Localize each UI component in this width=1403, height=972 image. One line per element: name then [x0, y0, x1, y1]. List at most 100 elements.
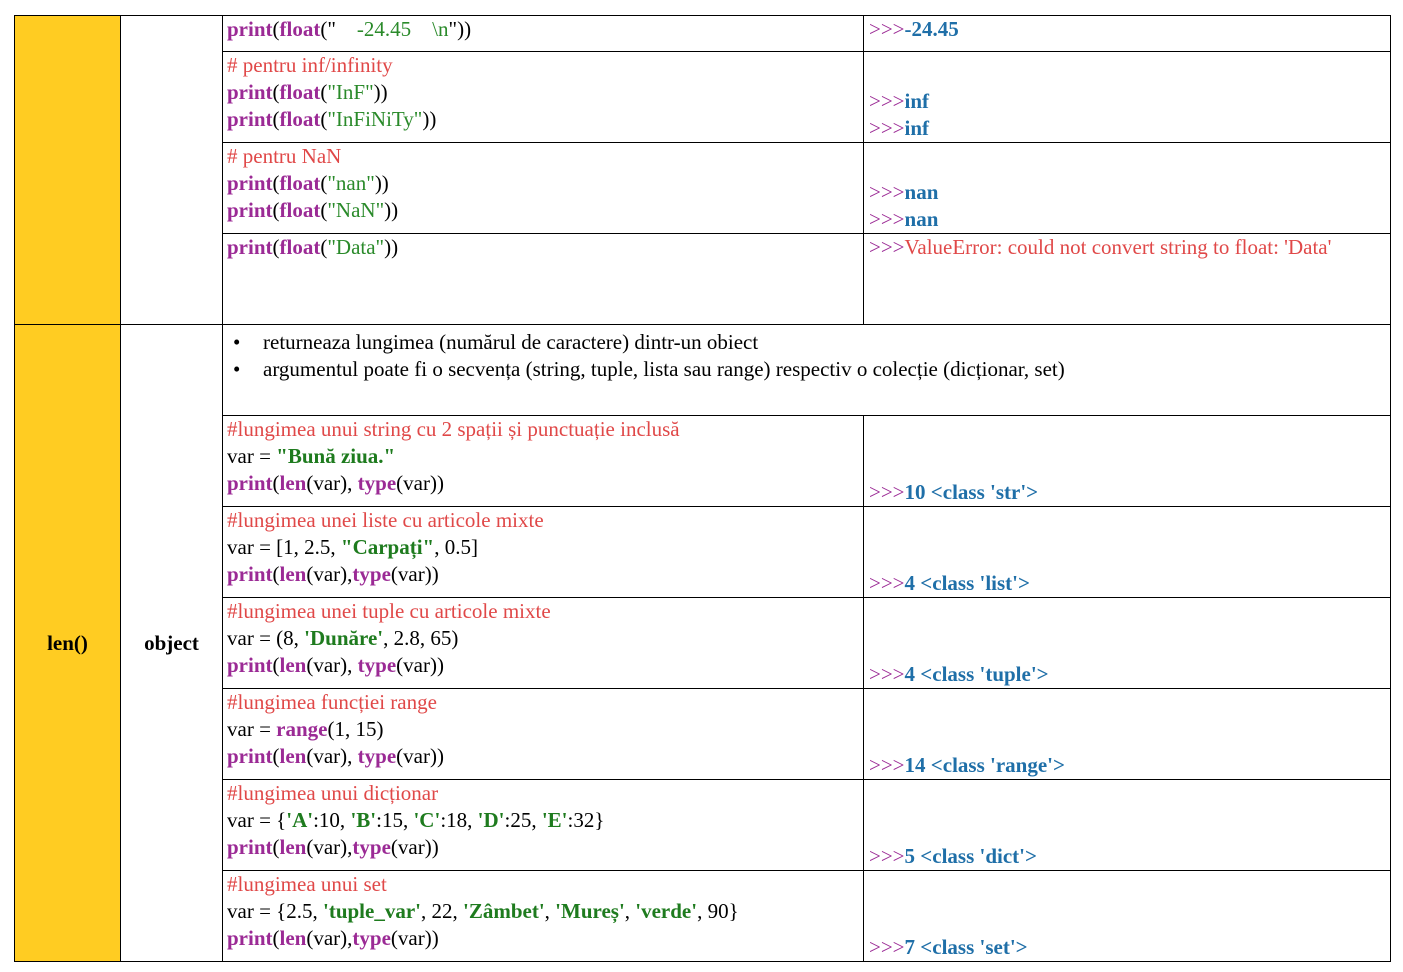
- code-comment: #lungimea unui set: [227, 872, 387, 896]
- code-string: 'verde': [635, 899, 698, 923]
- output-line: >>>inf: [869, 115, 1390, 142]
- code-cell: # pentru NaN print(float("nan")) print(f…: [222, 142, 864, 234]
- output-cell: >>>10 <class 'str'>: [863, 415, 1391, 507]
- plain-text: returneaza lungimea (numărul de: [263, 330, 547, 354]
- code-keyword: print: [227, 171, 273, 195]
- code-string: 'Zâmbet': [463, 899, 545, 923]
- description-bullet: returneaza lungimea (numărul de caracter…: [233, 329, 1390, 356]
- output-value: 10 <class 'str'>: [905, 480, 1039, 504]
- output-value: 4 <class 'tuple'>: [905, 662, 1049, 686]
- code-string: -24.45 \n: [335, 17, 449, 41]
- code-cell: #lungimea unui set var = {2.5, 'tuple_va…: [222, 870, 864, 962]
- plain-text: , 2.8, 65): [383, 626, 459, 650]
- prompt: >>>: [869, 662, 905, 686]
- prompt: >>>: [869, 753, 905, 777]
- code-cell: #lungimea unei tuple cu articole mixte v…: [222, 597, 864, 689]
- reference-table: print(float(" -24.45 \n")) >>>-24.45 # p…: [14, 15, 1391, 962]
- code-keyword: print: [227, 926, 273, 950]
- code-line: print(len(var), type(var)): [227, 652, 863, 679]
- code-string: 'B': [350, 808, 377, 832]
- code-keyword: type: [352, 835, 391, 859]
- code-line: print(float("nan")): [227, 170, 863, 197]
- code-cell: #lungimea funcției range var = range(1, …: [222, 688, 864, 780]
- plain-text: :32}: [567, 808, 605, 832]
- code-string: 'A': [286, 808, 314, 832]
- output-cell: >>>-24.45: [863, 15, 1391, 52]
- code-keyword: range: [276, 717, 328, 741]
- plain-text: ,: [624, 899, 636, 923]
- plain-text: (var)): [390, 926, 439, 950]
- code-cell: #lungimea unui dicționar var = {'A':10, …: [222, 779, 864, 871]
- plain-text: (: [272, 471, 280, 495]
- plain-text: )): [373, 80, 388, 104]
- code-keyword: float: [279, 198, 321, 222]
- code-keyword: type: [352, 562, 391, 586]
- output-line: >>>nan: [869, 206, 1390, 233]
- code-string: 'tuple_var': [323, 899, 421, 923]
- output-text: 14 <class 'range'>: [904, 753, 1065, 777]
- plain-text: (var)): [390, 562, 439, 586]
- code-comment: #lungimea unui string cu 2 spații și pun…: [227, 417, 680, 441]
- code-line: var = (8, 'Dunăre', 2.8, 65): [227, 625, 863, 652]
- output-cell: >>>ValueError: could not convert string …: [863, 233, 1391, 325]
- code-keyword: print: [227, 653, 273, 677]
- output-value: 7 <class 'set'>: [905, 935, 1028, 959]
- prompt: >>>: [869, 935, 905, 959]
- prompt: >>>: [869, 17, 905, 41]
- plain-text: var =: [227, 444, 277, 468]
- code-string: "nan": [327, 171, 375, 195]
- output-value: 4 <class 'list'>: [905, 571, 1030, 595]
- plain-text: :18,: [440, 808, 478, 832]
- code-line: var = [1, 2.5, "Carpați", 0.5]: [227, 534, 863, 561]
- function-name-cell-float: [14, 15, 121, 325]
- code-keyword: type: [352, 926, 391, 950]
- code-line: print(len(var),type(var)): [227, 561, 863, 588]
- code-keyword: float: [279, 17, 321, 41]
- code-string: 'C': [413, 808, 441, 832]
- plain-text: , 0.5]: [434, 535, 478, 559]
- code-comment: #lungimea unei liste cu articole mixte: [227, 508, 544, 532]
- plain-text: (var),: [306, 653, 358, 677]
- bold-text: caractere: [546, 330, 623, 354]
- code-line: print(len(var), type(var)): [227, 743, 863, 770]
- prompt: >>>: [869, 480, 905, 504]
- error-line: >>>ValueError: could not convert string …: [869, 234, 1390, 261]
- bold-text: obiect: [706, 330, 759, 354]
- description-bullet: argumentul poate fi o secvența (string, …: [233, 356, 1390, 383]
- output-cell: >>>4 <class 'list'>: [863, 506, 1391, 598]
- output-line: >>>nan: [869, 179, 1390, 206]
- code-line: print(len(var),type(var)): [227, 834, 863, 861]
- output-line: >>>inf: [869, 88, 1390, 115]
- code-string: "InF": [327, 80, 374, 104]
- output-line: >>>14 <class 'range'>: [869, 752, 1390, 779]
- prompt: >>>: [869, 180, 905, 204]
- prompt: >>>: [869, 207, 905, 231]
- output-line: >>>10 <class 'str'>: [869, 479, 1390, 506]
- code-string: "Carpați": [340, 535, 435, 559]
- code-string: "Bună ziua.": [276, 444, 396, 468]
- plain-text: (var),: [306, 835, 353, 859]
- code-comment: # pentru NaN: [227, 144, 342, 168]
- plain-text: (1, 15): [327, 717, 384, 741]
- plain-text: )): [374, 171, 389, 195]
- code-line: print(len(var),type(var)): [227, 925, 863, 952]
- prompt: >>>: [869, 116, 905, 140]
- plain-text: (: [272, 562, 280, 586]
- code-line: print(len(var), type(var)): [227, 470, 863, 497]
- code-keyword: print: [227, 80, 273, 104]
- code-keyword: float: [279, 107, 321, 131]
- plain-text: )): [384, 235, 399, 259]
- plain-text: (var),: [306, 471, 358, 495]
- plain-text: var = {: [227, 808, 287, 832]
- code-keyword: len: [279, 653, 307, 677]
- code-comment: #lungimea unui dicționar: [227, 781, 439, 805]
- output-value: inf: [904, 116, 930, 140]
- output-cell: >>>14 <class 'range'>: [863, 688, 1391, 780]
- code-keyword: type: [357, 471, 397, 495]
- plain-text: ,: [544, 899, 556, 923]
- description-list: returneaza lungimea (numărul de caracter…: [223, 329, 1390, 383]
- output-text: -24.45: [904, 17, 959, 41]
- description-cell: returneaza lungimea (numărul de caracter…: [222, 324, 1391, 416]
- output-line: >>>4 <class 'tuple'>: [869, 661, 1390, 688]
- code-keyword: print: [227, 17, 273, 41]
